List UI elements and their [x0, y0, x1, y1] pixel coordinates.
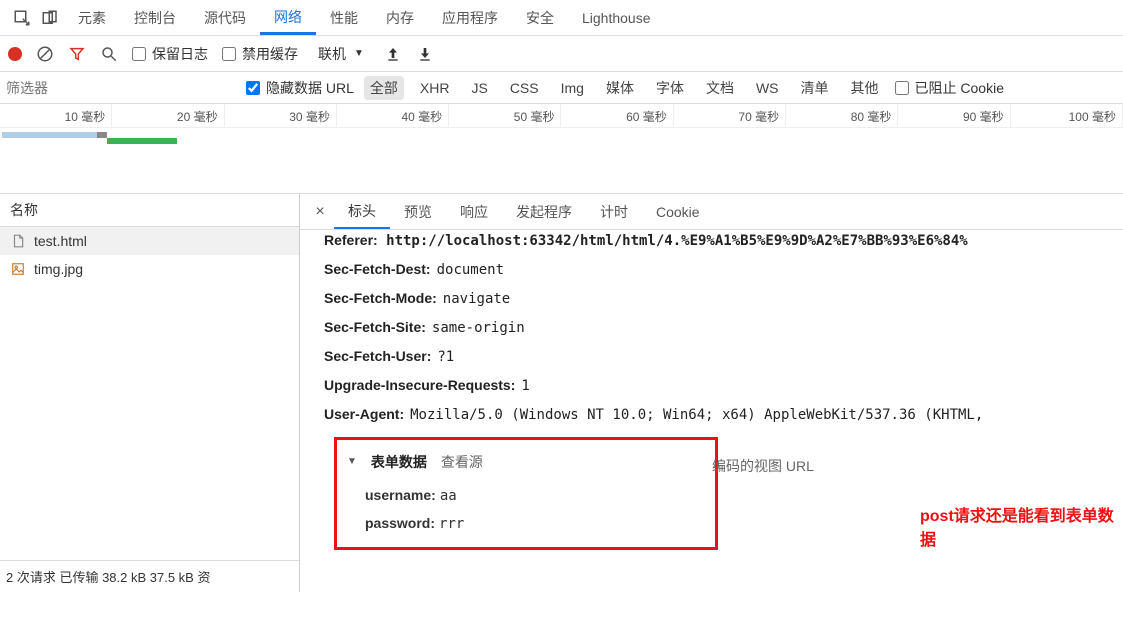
form-field-key: password: — [365, 515, 435, 531]
header-key: Upgrade-Insecure-Requests: — [324, 377, 515, 393]
request-row[interactable]: timg.jpg — [0, 255, 299, 283]
timeline-tick: 50 毫秒 — [449, 104, 561, 127]
request-row[interactable]: test.html — [0, 227, 299, 255]
disable-cache-label: 禁用缓存 — [242, 44, 298, 64]
tab-console[interactable]: 控制台 — [120, 2, 190, 34]
filter-type-doc[interactable]: 文档 — [700, 76, 740, 100]
record-icon[interactable] — [8, 47, 22, 61]
detail-tab-preview[interactable]: 预览 — [390, 196, 446, 228]
hide-data-url-checkbox[interactable]: 隐藏数据 URL — [246, 78, 354, 98]
download-icon[interactable] — [416, 45, 434, 63]
filter-type-js[interactable]: JS — [465, 78, 493, 98]
filter-type-xhr[interactable]: XHR — [414, 78, 456, 98]
timeline-tick: 20 毫秒 — [112, 104, 224, 127]
timeline-tick: 80 毫秒 — [786, 104, 898, 127]
tab-elements[interactable]: 元素 — [64, 2, 120, 34]
header-value: Mozilla/5.0 (Windows NT 10.0; Win64; x64… — [404, 407, 983, 423]
request-list: 名称 test.html timg.jpg 2 次请求 已传输 38.2 kB … — [0, 194, 300, 592]
filter-type-media[interactable]: 媒体 — [600, 76, 640, 100]
upload-icon[interactable] — [384, 45, 402, 63]
timeline-tick: 40 毫秒 — [337, 104, 449, 127]
filter-type-manifest[interactable]: 清单 — [795, 76, 835, 100]
timeline-tick: 60 毫秒 — [561, 104, 673, 127]
filter-input[interactable] — [6, 80, 236, 96]
header-value: ?1 — [431, 349, 454, 365]
timeline-ticks: 10 毫秒 20 毫秒 30 毫秒 40 毫秒 50 毫秒 60 毫秒 70 毫… — [0, 104, 1123, 128]
timeline-tick: 10 毫秒 — [0, 104, 112, 127]
form-field-key: username: — [365, 487, 436, 503]
header-value: document — [431, 262, 504, 278]
tab-network[interactable]: 网络 — [260, 1, 316, 35]
filter-type-font[interactable]: 字体 — [650, 76, 690, 100]
blocked-cookies-checkbox[interactable]: 已阻止 Cookie — [895, 78, 1004, 98]
filter-type-other[interactable]: 其他 — [845, 76, 885, 100]
header-value: same-origin — [426, 320, 525, 336]
hide-data-url-label: 隐藏数据 URL — [266, 78, 354, 98]
filter-type-all[interactable]: 全部 — [364, 76, 404, 100]
detail-tab-headers[interactable]: 标头 — [334, 195, 390, 229]
form-field-value: rrr — [435, 516, 464, 532]
timeline-tick: 30 毫秒 — [225, 104, 337, 127]
detail-tab-initiator[interactable]: 发起程序 — [502, 196, 586, 228]
header-value: 1 — [515, 378, 529, 394]
header-value: navigate — [437, 291, 510, 307]
throttling-value: 联机 — [318, 44, 346, 64]
file-icon — [10, 233, 26, 249]
header-key: User-Agent: — [324, 406, 404, 422]
tab-security[interactable]: 安全 — [512, 2, 568, 34]
request-name: test.html — [34, 233, 87, 249]
detail-tab-cookies[interactable]: Cookie — [642, 198, 714, 226]
inspect-icon[interactable] — [8, 4, 36, 32]
search-icon[interactable] — [100, 45, 118, 63]
header-key: Sec-Fetch-Dest: — [324, 261, 431, 277]
image-icon — [10, 261, 26, 277]
main-split: 名称 test.html timg.jpg 2 次请求 已传输 38.2 kB … — [0, 194, 1123, 592]
detail-tab-timing[interactable]: 计时 — [586, 196, 642, 228]
annotation-text: post请求还是能看到表单数据 — [920, 502, 1123, 550]
header-value: http://localhost:63342/html/html/4.%E9%A… — [386, 233, 968, 249]
chevron-down-icon: ▼ — [354, 48, 364, 59]
tab-sources[interactable]: 源代码 — [190, 2, 260, 34]
devtools-tabbar: 元素 控制台 源代码 网络 性能 内存 应用程序 安全 Lighthouse — [0, 0, 1123, 36]
timeline-tick: 100 毫秒 — [1011, 104, 1123, 127]
timeline-tick: 90 毫秒 — [898, 104, 1010, 127]
device-toggle-icon[interactable] — [36, 4, 64, 32]
detail-tabs: × 标头 预览 响应 发起程序 计时 Cookie — [300, 194, 1123, 230]
blocked-cookies-label: 已阻止 Cookie — [915, 78, 1004, 98]
detail-tab-response[interactable]: 响应 — [446, 196, 502, 228]
tab-performance[interactable]: 性能 — [316, 2, 372, 34]
filter-type-img[interactable]: Img — [555, 78, 590, 98]
filter-type-ws[interactable]: WS — [750, 78, 785, 98]
filter-type-css[interactable]: CSS — [504, 78, 545, 98]
header-key: Referer: — [324, 232, 378, 248]
tab-memory[interactable]: 内存 — [372, 2, 428, 34]
preserve-log-checkbox[interactable]: 保留日志 — [132, 44, 208, 64]
filter-row: 隐藏数据 URL 全部 XHR JS CSS Img 媒体 字体 文档 WS 清… — [0, 72, 1123, 104]
close-icon[interactable]: × — [306, 203, 334, 221]
header-key: Sec-Fetch-User: — [324, 348, 431, 364]
collapse-icon[interactable]: ▼ — [347, 452, 357, 472]
form-data-title: 表单数据 — [371, 448, 427, 476]
disable-cache-checkbox[interactable]: 禁用缓存 — [222, 44, 298, 64]
request-list-header[interactable]: 名称 — [0, 194, 299, 227]
request-summary: 2 次请求 已传输 38.2 kB 37.5 kB 资 — [0, 560, 299, 592]
form-field-value: aa — [436, 488, 457, 504]
detail-panel: × 标头 预览 响应 发起程序 计时 Cookie Referer: http:… — [300, 194, 1123, 592]
header-key: Sec-Fetch-Mode: — [324, 290, 437, 306]
view-encoded-link[interactable]: 编码的视图 URL — [712, 456, 814, 476]
request-name: timg.jpg — [34, 261, 83, 277]
header-key: Sec-Fetch-Site: — [324, 319, 426, 335]
throttling-select[interactable]: 联机 ▼ — [312, 44, 370, 64]
tab-lighthouse[interactable]: Lighthouse — [568, 4, 665, 32]
timeline[interactable]: 10 毫秒 20 毫秒 30 毫秒 40 毫秒 50 毫秒 60 毫秒 70 毫… — [0, 104, 1123, 194]
clear-icon[interactable] — [36, 45, 54, 63]
filter-icon[interactable] — [68, 45, 86, 63]
form-data-section: ▼ 表单数据 查看源 username:aa password:rrr — [334, 437, 718, 550]
timeline-tick: 70 毫秒 — [674, 104, 786, 127]
tab-application[interactable]: 应用程序 — [428, 2, 512, 34]
network-toolbar: 保留日志 禁用缓存 联机 ▼ — [0, 36, 1123, 72]
view-source-link[interactable]: 查看源 — [441, 448, 483, 476]
preserve-log-label: 保留日志 — [152, 44, 208, 64]
